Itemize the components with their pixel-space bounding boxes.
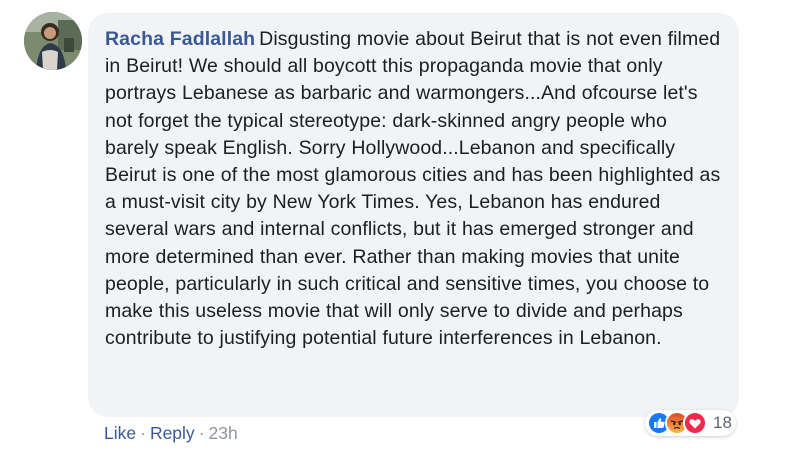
comment-text: Racha Fadlallah Disgusting movie about Be… [105,26,725,352]
comment-bubble: Racha Fadlallah Disgusting movie about Be… [88,13,739,417]
action-separator: · [198,423,205,443]
reply-button[interactable]: Reply [150,423,195,443]
reactions-summary[interactable]: 18 [645,410,736,436]
love-icon [683,411,707,435]
comment-author-link[interactable]: Racha Fadlallah [105,28,255,50]
comment: Racha Fadlallah Disgusting movie about Be… [0,0,800,462]
like-button[interactable]: Like [104,423,136,443]
action-separator: · [140,423,146,443]
comment-actions: Like · Reply · 23h [104,421,238,445]
avatar-photo [24,12,82,70]
comment-timestamp[interactable]: 23h [209,423,238,443]
avatar[interactable] [24,12,82,70]
reaction-count: 18 [713,413,732,432]
comment-body: Disgusting movie about Beirut that is no… [105,28,721,350]
